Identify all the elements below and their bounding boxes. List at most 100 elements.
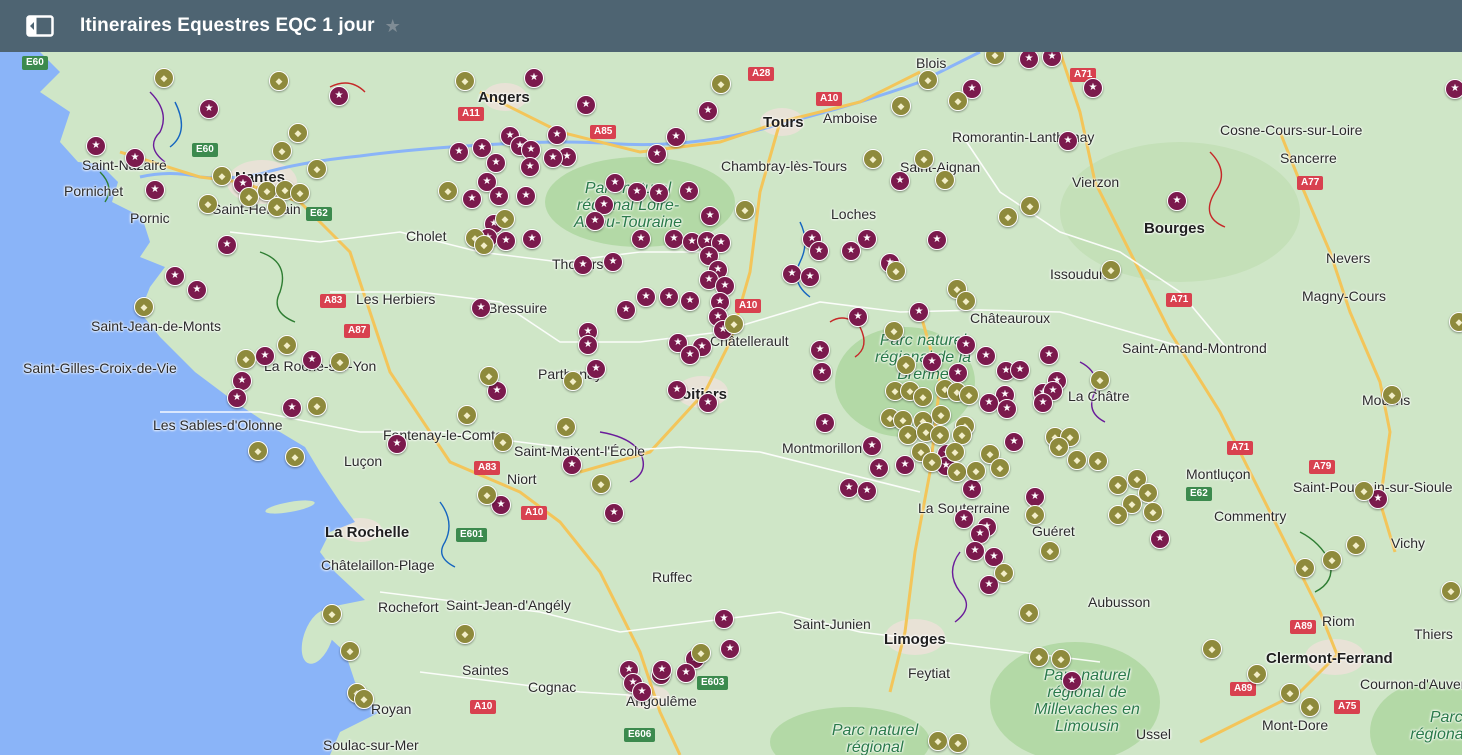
route-marker-star[interactable]: ★ <box>956 335 976 355</box>
route-marker-horseshoe[interactable]: ◆ <box>495 209 515 229</box>
route-marker-horseshoe[interactable]: ◆ <box>477 485 497 505</box>
route-marker-star[interactable]: ★ <box>782 264 802 284</box>
route-marker-star[interactable]: ★ <box>604 503 624 523</box>
route-marker-horseshoe[interactable]: ◆ <box>691 643 711 663</box>
route-marker-star[interactable]: ★ <box>255 346 275 366</box>
route-marker-star[interactable]: ★ <box>387 434 407 454</box>
route-marker-horseshoe[interactable]: ◆ <box>322 604 342 624</box>
route-marker-horseshoe[interactable]: ◆ <box>956 291 976 311</box>
route-marker-horseshoe[interactable]: ◆ <box>896 355 916 375</box>
route-marker-horseshoe[interactable]: ◆ <box>930 425 950 445</box>
route-marker-star[interactable]: ★ <box>489 186 509 206</box>
route-marker-star[interactable]: ★ <box>979 393 999 413</box>
route-marker-star[interactable]: ★ <box>647 144 667 164</box>
route-marker-horseshoe[interactable]: ◆ <box>931 405 951 425</box>
route-marker-star[interactable]: ★ <box>165 266 185 286</box>
route-marker-horseshoe[interactable]: ◆ <box>563 371 583 391</box>
route-marker-star[interactable]: ★ <box>698 101 718 121</box>
route-marker-star[interactable]: ★ <box>890 171 910 191</box>
route-marker-horseshoe[interactable]: ◆ <box>236 349 256 369</box>
route-marker-horseshoe[interactable]: ◆ <box>1019 603 1039 623</box>
route-marker-star[interactable]: ★ <box>1083 78 1103 98</box>
route-marker-star[interactable]: ★ <box>524 68 544 88</box>
route-marker-horseshoe[interactable]: ◆ <box>1441 581 1461 601</box>
route-marker-star[interactable]: ★ <box>329 86 349 106</box>
route-marker-star[interactable]: ★ <box>1150 529 1170 549</box>
route-marker-star[interactable]: ★ <box>627 182 647 202</box>
route-marker-horseshoe[interactable]: ◆ <box>1088 451 1108 471</box>
route-marker-star[interactable]: ★ <box>1062 671 1082 691</box>
route-marker-horseshoe[interactable]: ◆ <box>1101 260 1121 280</box>
route-marker-horseshoe[interactable]: ◆ <box>914 149 934 169</box>
route-marker-horseshoe[interactable]: ◆ <box>735 200 755 220</box>
route-marker-star[interactable]: ★ <box>282 398 302 418</box>
route-marker-horseshoe[interactable]: ◆ <box>290 183 310 203</box>
route-marker-horseshoe[interactable]: ◆ <box>288 123 308 143</box>
route-marker-horseshoe[interactable]: ◆ <box>1346 535 1366 555</box>
route-marker-horseshoe[interactable]: ◆ <box>272 141 292 161</box>
route-marker-horseshoe[interactable]: ◆ <box>990 458 1010 478</box>
route-marker-horseshoe[interactable]: ◆ <box>1247 664 1267 684</box>
route-marker-star[interactable]: ★ <box>616 300 636 320</box>
route-marker-horseshoe[interactable]: ◆ <box>922 452 942 472</box>
route-marker-star[interactable]: ★ <box>562 455 582 475</box>
route-marker-star[interactable]: ★ <box>976 346 996 366</box>
route-marker-horseshoe[interactable]: ◆ <box>891 96 911 116</box>
route-marker-star[interactable]: ★ <box>302 350 322 370</box>
route-marker-star[interactable]: ★ <box>810 340 830 360</box>
route-marker-horseshoe[interactable]: ◆ <box>966 461 986 481</box>
route-marker-star[interactable]: ★ <box>965 541 985 561</box>
route-marker-horseshoe[interactable]: ◆ <box>1029 647 1049 667</box>
route-marker-star[interactable]: ★ <box>1167 191 1187 211</box>
route-marker-star[interactable]: ★ <box>927 230 947 250</box>
route-marker-star[interactable]: ★ <box>649 183 669 203</box>
route-marker-horseshoe[interactable]: ◆ <box>898 425 918 445</box>
route-marker-horseshoe[interactable]: ◆ <box>945 442 965 462</box>
route-marker-star[interactable]: ★ <box>520 157 540 177</box>
route-marker-horseshoe[interactable]: ◆ <box>1025 505 1045 525</box>
route-marker-star[interactable]: ★ <box>1033 393 1053 413</box>
route-marker-star[interactable]: ★ <box>1445 79 1462 99</box>
route-marker-star[interactable]: ★ <box>997 399 1017 419</box>
route-marker-star[interactable]: ★ <box>496 231 516 251</box>
route-marker-star[interactable]: ★ <box>954 509 974 529</box>
route-marker-horseshoe[interactable]: ◆ <box>1295 558 1315 578</box>
route-marker-star[interactable]: ★ <box>145 180 165 200</box>
route-marker-horseshoe[interactable]: ◆ <box>994 563 1014 583</box>
route-marker-horseshoe[interactable]: ◆ <box>307 159 327 179</box>
route-marker-horseshoe[interactable]: ◆ <box>1354 481 1374 501</box>
route-marker-star[interactable]: ★ <box>857 481 877 501</box>
route-marker-horseshoe[interactable]: ◆ <box>1322 550 1342 570</box>
route-marker-star[interactable]: ★ <box>227 388 247 408</box>
route-marker-horseshoe[interactable]: ◆ <box>277 335 297 355</box>
route-marker-star[interactable]: ★ <box>631 229 651 249</box>
route-marker-horseshoe[interactable]: ◆ <box>455 624 475 644</box>
route-marker-star[interactable]: ★ <box>636 287 656 307</box>
route-marker-horseshoe[interactable]: ◆ <box>863 149 883 169</box>
map-canvas[interactable]: Blois Angers Tours Amboise Romorantin-Lanthe… <box>0 52 1462 755</box>
route-marker-horseshoe[interactable]: ◆ <box>134 297 154 317</box>
route-marker-star[interactable]: ★ <box>573 255 593 275</box>
route-marker-star[interactable]: ★ <box>632 682 652 702</box>
route-marker-horseshoe[interactable]: ◆ <box>918 70 938 90</box>
route-marker-star[interactable]: ★ <box>680 345 700 365</box>
route-marker-horseshoe[interactable]: ◆ <box>474 235 494 255</box>
route-marker-horseshoe[interactable]: ◆ <box>354 689 374 709</box>
route-marker-horseshoe[interactable]: ◆ <box>239 187 259 207</box>
route-marker-star[interactable]: ★ <box>680 291 700 311</box>
route-marker-star[interactable]: ★ <box>700 206 720 226</box>
route-marker-star[interactable]: ★ <box>659 287 679 307</box>
route-marker-star[interactable]: ★ <box>603 252 623 272</box>
route-marker-star[interactable]: ★ <box>543 148 563 168</box>
route-marker-horseshoe[interactable]: ◆ <box>935 170 955 190</box>
route-marker-horseshoe[interactable]: ◆ <box>948 91 968 111</box>
route-marker-horseshoe[interactable]: ◆ <box>479 366 499 386</box>
route-marker-horseshoe[interactable]: ◆ <box>1382 385 1402 405</box>
route-marker-horseshoe[interactable]: ◆ <box>913 387 933 407</box>
route-marker-horseshoe[interactable]: ◆ <box>1049 437 1069 457</box>
route-marker-star[interactable]: ★ <box>652 660 672 680</box>
route-marker-star[interactable]: ★ <box>812 362 832 382</box>
route-marker-horseshoe[interactable]: ◆ <box>886 261 906 281</box>
route-marker-star[interactable]: ★ <box>516 186 536 206</box>
route-marker-horseshoe[interactable]: ◆ <box>455 71 475 91</box>
